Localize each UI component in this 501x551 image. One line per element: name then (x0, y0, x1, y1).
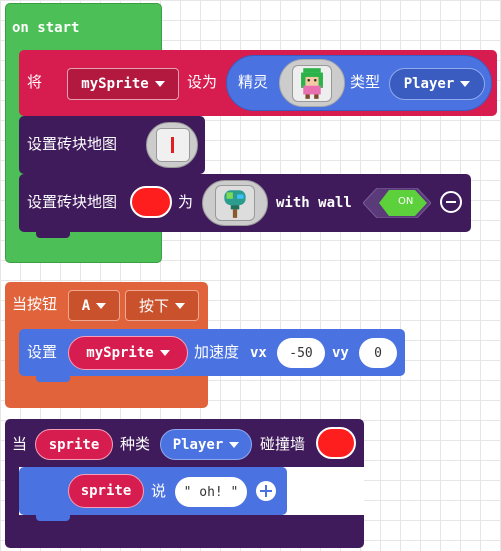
say-message-value: " oh! " (183, 484, 239, 500)
overlap-kind-dropdown[interactable]: Player (160, 429, 252, 460)
chevron-down-icon (154, 81, 165, 87)
kind-label: 类型 (350, 73, 381, 91)
chevron-down-icon (229, 441, 240, 448)
sprite-label: 精灵 (238, 73, 269, 91)
set-velocity-block-notch (36, 374, 70, 382)
sprite-param-label: sprite (48, 436, 100, 453)
chevron-down-icon (460, 81, 471, 87)
chevron-down-icon (96, 302, 107, 309)
button-dropdown-label: A (81, 297, 91, 314)
vx-input[interactable]: -50 (277, 338, 325, 368)
vy-value: 0 (374, 345, 382, 361)
event-dropdown-label: 按下 (138, 297, 169, 315)
set-tile-wall-block-notch (36, 230, 70, 238)
remove-minus-icon[interactable] (440, 191, 462, 213)
chevron-down-icon (159, 350, 170, 356)
with-wall-label: with wall (276, 195, 352, 211)
tile-image-picker[interactable] (202, 180, 268, 226)
sprite-param-reporter[interactable]: sprite (35, 429, 113, 460)
set-tile-label: 设置砖块地图 (27, 193, 118, 211)
velocity-label: 加速度 (194, 343, 240, 361)
tilemap-preview-icon (171, 137, 174, 153)
hits-wall-label: 碰撞墙 (260, 435, 306, 453)
plus-glyph-v (265, 485, 267, 497)
when-label: 当 (12, 435, 28, 453)
set-tilemap-label: 设置砖块地图 (27, 135, 118, 153)
when-button-label: 当按钮 (12, 295, 58, 313)
expand-plus-icon[interactable] (256, 481, 276, 501)
overlap-kind-label: Player (172, 436, 224, 453)
velocity-variable-label: mySprite (86, 345, 154, 361)
wall-toggle[interactable] (363, 188, 431, 218)
wall-toggle-label: ON (398, 196, 414, 207)
vx-label: vx (250, 345, 267, 361)
chevron-down-icon (175, 302, 185, 309)
minus-glyph (446, 201, 456, 203)
variable-dropdown-mysprite[interactable]: mySprite (67, 68, 179, 100)
character-sprite-icon (301, 68, 323, 99)
set-to-label: 设为 (187, 73, 218, 91)
hit-wall-color-swatch[interactable] (316, 427, 356, 459)
velocity-variable-dropdown[interactable]: mySprite (68, 336, 188, 370)
set-prefix-label: 将 (27, 73, 43, 91)
tilemap-editor-button[interactable] (146, 122, 198, 168)
variable-dropdown-label: mySprite (81, 76, 149, 92)
kind-dropdown-label: Player (403, 76, 455, 92)
button-dropdown[interactable]: A (68, 290, 120, 321)
say-label: 说 (151, 482, 167, 500)
on-start-label: on start (12, 20, 80, 36)
wall-tile-color-swatch[interactable] (130, 186, 172, 218)
say-sprite-label: sprite (80, 483, 132, 499)
kind-dropdown-player[interactable]: Player (389, 68, 485, 100)
sprite-say-block-notch (36, 513, 70, 521)
tilemap-preview (156, 128, 190, 162)
sprite-image-frame (292, 65, 332, 102)
vx-value: -50 (289, 345, 313, 361)
vy-input[interactable]: 0 (359, 338, 397, 368)
kind-of-label: 种类 (120, 435, 151, 453)
as-label: 为 (178, 193, 194, 211)
sprite-image-picker[interactable] (279, 59, 345, 107)
vy-label: vy (332, 345, 349, 361)
set-velocity-label: 设置 (27, 343, 58, 361)
say-message-input[interactable]: " oh! " (175, 477, 247, 507)
event-dropdown[interactable]: 按下 (125, 290, 199, 321)
tile-image-frame (215, 185, 255, 221)
tree-tile-icon (224, 190, 246, 218)
say-sprite-reporter[interactable]: sprite (68, 474, 144, 508)
